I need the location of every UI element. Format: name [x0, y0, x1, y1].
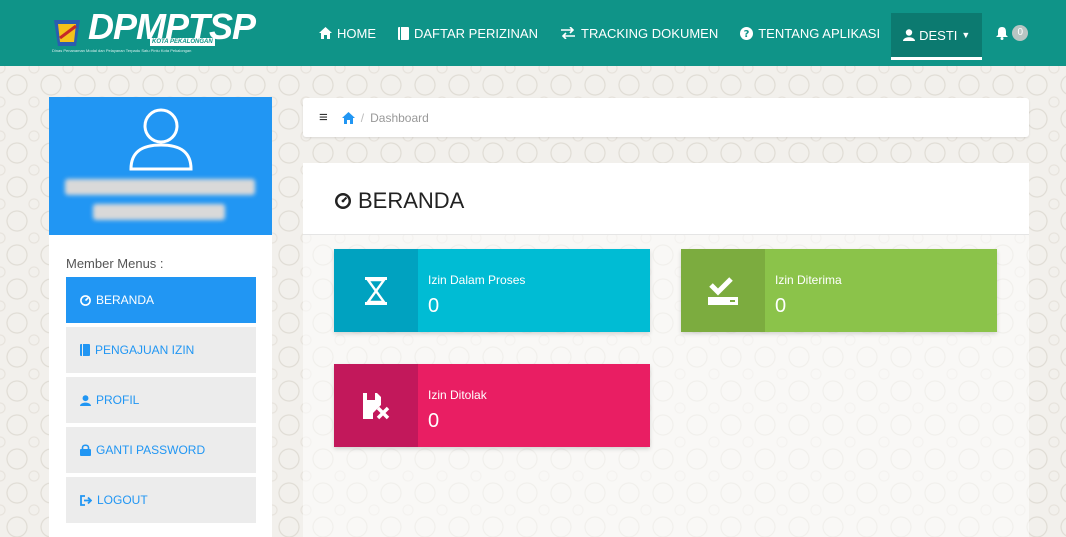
brand-tagline: Dinas Penanaman Modal dan Pelayanan Terp… — [52, 48, 192, 53]
file-x-icon — [363, 392, 390, 419]
hamburger-menu-icon[interactable]: ≡ — [319, 109, 328, 126]
user-icon — [80, 394, 91, 406]
avatar-icon — [129, 108, 193, 171]
caret-down-icon: ▼ — [961, 30, 971, 40]
sidebar-item-profil[interactable]: PROFIL — [66, 377, 256, 423]
nav-menu: HOME DAFTAR PERIZINAN TRACKING DOKUMEN ?… — [308, 0, 1042, 66]
nav-daftar-perizinan-label: DAFTAR PERIZINAN — [414, 25, 538, 41]
card-icon-box — [334, 249, 418, 332]
stat-card-izin-dalam-proses[interactable]: Izin Dalam Proses 0 — [334, 249, 650, 332]
menu-title: Member Menus : — [66, 256, 164, 271]
card-body: Izin Ditolak 0 — [418, 364, 650, 447]
profile-id-redacted — [93, 204, 225, 220]
dashboard-icon — [335, 193, 351, 209]
user-dropdown[interactable]: DESTI ▼ — [891, 13, 983, 60]
card-label: Izin Ditolak — [428, 388, 487, 402]
sign-out-icon — [80, 494, 92, 506]
card-body: Izin Diterima 0 — [765, 249, 997, 332]
sidebar-item-pengajuan-izin[interactable]: PENGAJUAN IZIN — [66, 327, 256, 373]
member-menu-panel: Member Menus : BERANDA PENGAJUAN IZIN PR… — [49, 235, 272, 537]
nav-tentang-aplikasi[interactable]: ? TENTANG APLIKASI — [729, 0, 891, 66]
card-value: 0 — [428, 295, 440, 317]
sidebar-item-logout[interactable]: LOGOUT — [66, 477, 256, 523]
nav-tracking-dokumen[interactable]: TRACKING DOKUMEN — [549, 0, 729, 66]
sidebar-item-label: BERANDA — [96, 293, 155, 307]
exchange-icon — [561, 27, 575, 39]
nav-home-label: HOME — [337, 25, 376, 41]
dashboard-icon — [80, 294, 91, 306]
top-navbar: DPMPTSP KOTA PEKALONGAN Dinas Penanaman … — [0, 0, 1066, 66]
sidebar-item-label: PROFIL — [96, 393, 140, 407]
sidebar-item-label: PENGAJUAN IZIN — [95, 343, 195, 357]
hourglass-icon — [365, 276, 387, 305]
user-name: DESTI — [919, 27, 958, 43]
book-icon — [398, 26, 409, 40]
sidebar-item-label: LOGOUT — [97, 493, 148, 507]
page-title-text: BERANDA — [358, 188, 465, 213]
breadcrumb: ≡ / Dashboard — [303, 98, 1029, 137]
page-title: BERANDA — [334, 188, 464, 214]
card-label: Izin Dalam Proses — [428, 273, 526, 287]
notification-count-badge: 0 — [1012, 25, 1029, 41]
main-content: BERANDA Izin Dalam Proses 0 Izin Diterim… — [303, 163, 1029, 537]
stat-card-izin-ditolak[interactable]: Izin Ditolak 0 — [334, 364, 650, 447]
nav-home[interactable]: HOME — [308, 0, 387, 66]
stat-card-izin-diterima[interactable]: Izin Diterima 0 — [681, 249, 997, 332]
card-value: 0 — [775, 295, 787, 317]
sidebar-item-beranda[interactable]: BERANDA — [66, 277, 256, 323]
profile-card — [49, 97, 272, 235]
user-icon — [903, 29, 916, 41]
sidebar-item-ganti-password[interactable]: GANTI PASSWORD — [66, 427, 256, 473]
home-icon — [319, 27, 332, 39]
check-tray-icon — [708, 276, 738, 305]
nav-daftar-perizinan[interactable]: DAFTAR PERIZINAN — [387, 0, 549, 66]
question-circle-icon: ? — [740, 26, 754, 40]
card-value: 0 — [428, 410, 440, 432]
content-header: BERANDA — [303, 163, 1029, 235]
logo-emblem-icon — [54, 20, 80, 46]
home-icon[interactable] — [341, 111, 355, 124]
nav-tentang-aplikasi-label: TENTANG APLIKASI — [758, 25, 881, 41]
book-icon — [80, 344, 90, 356]
svg-text:?: ? — [744, 29, 750, 40]
breadcrumb-current: Dashboard — [370, 110, 429, 125]
bell-icon — [996, 26, 1009, 40]
card-label: Izin Diterima — [775, 273, 842, 287]
brand-badge: KOTA PEKALONGAN — [150, 38, 215, 46]
card-body: Izin Dalam Proses 0 — [418, 249, 650, 332]
lock-icon — [80, 444, 91, 456]
sidebar-item-label: GANTI PASSWORD — [96, 443, 206, 457]
profile-name-redacted — [65, 179, 255, 195]
card-icon-box — [334, 364, 418, 447]
nav-tracking-dokumen-label: TRACKING DOKUMEN — [581, 25, 719, 41]
notification-button[interactable]: 0 — [982, 0, 1042, 66]
breadcrumb-separator: / — [360, 110, 365, 125]
brand-logo[interactable]: DPMPTSP KOTA PEKALONGAN Dinas Penanaman … — [50, 6, 256, 60]
card-icon-box — [681, 249, 765, 332]
